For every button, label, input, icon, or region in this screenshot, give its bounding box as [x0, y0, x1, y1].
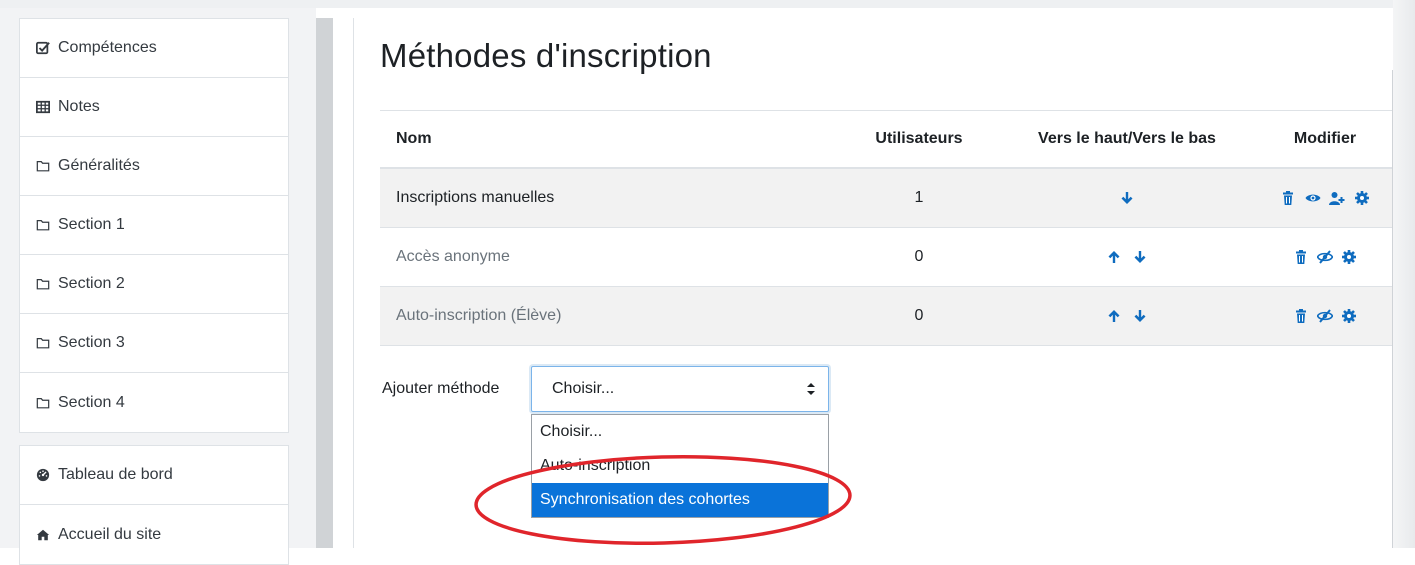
select-caret-icon: [806, 381, 816, 397]
arrow-down-icon[interactable]: [1119, 190, 1135, 206]
sidebar-item-section-1[interactable]: Section 1: [20, 196, 288, 255]
eye-icon[interactable]: [1305, 190, 1321, 206]
select-value: Choisir...: [552, 380, 615, 397]
move-cell: [996, 286, 1258, 346]
method-name: Auto-inscription (Élève): [380, 286, 842, 346]
option-cohort-sync[interactable]: Synchronisation des cohortes: [532, 483, 828, 517]
add-method-select[interactable]: Choisir...: [531, 366, 829, 412]
sidebar-item-notes[interactable]: Notes: [20, 78, 288, 137]
method-users: 0: [842, 286, 996, 346]
method-users: 1: [842, 168, 996, 228]
option-self-enrolment[interactable]: Auto-inscription: [532, 449, 828, 483]
sidebar-item-section-3[interactable]: Section 3: [20, 314, 288, 373]
checkbox-icon: [36, 41, 50, 55]
gear-icon[interactable]: [1354, 190, 1370, 206]
actions-cell: [1258, 227, 1392, 287]
folder-icon: [36, 218, 50, 232]
actions-cell: [1258, 168, 1392, 228]
method-name: Inscriptions manuelles: [380, 168, 842, 228]
home-icon: [36, 528, 50, 542]
sidebar-item-label: Section 1: [58, 216, 125, 233]
sidebar-item-competences[interactable]: Compétences: [20, 19, 288, 78]
table-row: Inscriptions manuelles 1: [380, 168, 1392, 228]
sidebar-item-section-2[interactable]: Section 2: [20, 255, 288, 314]
eye-slash-icon[interactable]: [1317, 249, 1333, 265]
arrow-up-icon[interactable]: [1106, 249, 1122, 265]
sidebar-item-label: Section 2: [58, 275, 125, 292]
page-title: Méthodes d'inscription: [380, 37, 712, 74]
sidebar-item-dashboard[interactable]: Tableau de bord: [20, 446, 288, 505]
table-icon: [36, 100, 50, 114]
table-row: Accès anonyme 0: [380, 227, 1392, 287]
enrolment-methods-table: Nom Utilisateurs Vers le haut/Vers le ba…: [380, 110, 1392, 346]
top-strip: [0, 0, 1415, 8]
site-nav: Tableau de bord Accueil du site: [19, 445, 289, 565]
content-border: [353, 18, 354, 548]
gear-icon[interactable]: [1341, 249, 1357, 265]
sidebar-item-label: Section 3: [58, 334, 125, 351]
add-method-label: Ajouter méthode: [382, 380, 500, 397]
table-header-row: Nom Utilisateurs Vers le haut/Vers le ba…: [380, 110, 1392, 169]
sidebar-item-label: Généralités: [58, 157, 140, 174]
add-method-dropdown: Choisir... Auto-inscription Synchronisat…: [531, 414, 829, 518]
method-users: 0: [842, 227, 996, 287]
enrol-users-icon[interactable]: [1329, 190, 1345, 206]
move-cell: [996, 227, 1258, 287]
move-cell: [996, 168, 1258, 228]
folder-icon: [36, 159, 50, 173]
method-name: Accès anonyme: [380, 227, 842, 287]
drawer-scrollbar[interactable]: [316, 18, 333, 548]
sidebar-item-label: Tableau de bord: [58, 466, 173, 483]
dashboard-icon: [36, 468, 50, 482]
eye-slash-icon[interactable]: [1317, 308, 1333, 324]
sidebar-item-label: Compétences: [58, 39, 157, 56]
option-choose[interactable]: Choisir...: [532, 415, 828, 449]
arrow-down-icon[interactable]: [1132, 308, 1148, 324]
arrow-up-icon[interactable]: [1106, 308, 1122, 324]
actions-cell: [1258, 286, 1392, 346]
folder-icon: [36, 277, 50, 291]
sidebar-item-label: Section 4: [58, 393, 125, 411]
sidebar: Compétences Notes Généralités Section 1 …: [0, 8, 316, 565]
trash-icon[interactable]: [1293, 249, 1309, 265]
gear-icon[interactable]: [1341, 308, 1357, 324]
folder-icon: [36, 336, 50, 350]
col-header-users: Utilisateurs: [842, 110, 996, 169]
sidebar-item-label: Notes: [58, 98, 100, 115]
sidebar-item-section-4[interactable]: Section 4: [20, 373, 288, 432]
folder-icon: [36, 396, 50, 410]
sidebar-item-home[interactable]: Accueil du site: [20, 505, 288, 564]
col-header-name: Nom: [380, 110, 842, 169]
trash-icon[interactable]: [1280, 190, 1296, 206]
table-row: Auto-inscription (Élève) 0: [380, 286, 1392, 346]
right-edge: [1393, 0, 1415, 548]
col-header-edit: Modifier: [1258, 110, 1392, 169]
trash-icon[interactable]: [1293, 308, 1309, 324]
sidebar-item-label: Accueil du site: [58, 525, 162, 543]
course-nav: Compétences Notes Généralités Section 1 …: [19, 18, 289, 433]
arrow-down-icon[interactable]: [1132, 249, 1148, 265]
col-header-move: Vers le haut/Vers le bas: [996, 110, 1258, 169]
sidebar-item-generalites[interactable]: Généralités: [20, 137, 288, 196]
